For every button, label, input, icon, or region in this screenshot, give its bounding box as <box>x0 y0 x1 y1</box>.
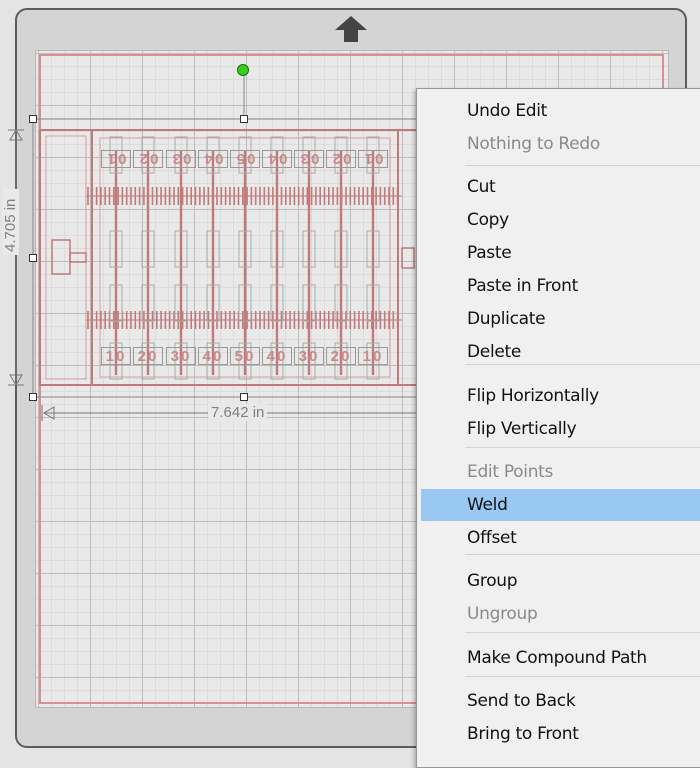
menu-item-paste[interactable]: Paste <box>421 237 700 269</box>
menu-item-edit-points: Edit Points <box>467 462 554 482</box>
menu-separator <box>465 165 700 166</box>
menu-separator <box>465 364 700 365</box>
menu-item-cut[interactable]: Cut <box>421 171 700 203</box>
selection-handle-top-center[interactable] <box>240 115 248 123</box>
menu-separator <box>465 632 700 633</box>
top-yard-number-8: 02 <box>326 150 356 168</box>
bottom-yard-number-6: 40 <box>262 347 292 365</box>
menu-item-flip-horizontally[interactable]: Flip Horizontally <box>421 380 700 412</box>
selection-handle-bottom-center[interactable] <box>240 393 248 401</box>
menu-separator <box>465 554 700 555</box>
menu-item-ungroup: Ungroup <box>467 604 538 624</box>
selection-handle-bottom-left[interactable] <box>29 393 37 401</box>
bottom-yard-number-9: 10 <box>358 347 388 365</box>
top-yard-number-1: 01 <box>101 150 131 168</box>
top-yard-number-4: 04 <box>198 150 228 168</box>
bottom-yard-number-2: 20 <box>133 347 163 365</box>
bottom-yard-number-8: 20 <box>326 347 356 365</box>
bottom-yard-number-1: 10 <box>101 347 131 365</box>
selection-handle-top-left[interactable] <box>29 115 37 123</box>
bottom-yard-number-5: 50 <box>230 347 260 365</box>
top-yard-number-7: 03 <box>294 150 324 168</box>
menu-item-nothing-to-redo: Nothing to Redo <box>467 134 600 154</box>
top-yard-number-9: 01 <box>358 150 388 168</box>
height-dimension-label: 4.705 in <box>2 189 19 255</box>
bottom-yard-number-4: 40 <box>198 347 228 365</box>
bottom-yard-number-7: 30 <box>294 347 324 365</box>
top-yard-number-5: 05 <box>230 150 260 168</box>
menu-separator <box>465 447 700 448</box>
top-yard-number-3: 03 <box>166 150 196 168</box>
menu-item-undo-edit[interactable]: Undo Edit <box>421 95 700 127</box>
menu-item-flip-vertically[interactable]: Flip Vertically <box>421 413 700 445</box>
menu-item-offset[interactable]: Offset <box>421 522 700 554</box>
context-menu: Undo Edit Nothing to Redo Cut Copy Paste Past… <box>416 88 700 768</box>
menu-item-bring-to-front[interactable]: Bring to Front <box>421 718 700 750</box>
menu-item-duplicate[interactable]: Duplicate <box>421 303 700 335</box>
menu-item-group[interactable]: Group <box>421 565 700 597</box>
menu-item-send-to-back[interactable]: Send to Back <box>421 685 700 717</box>
menu-item-paste-in-front[interactable]: Paste in Front <box>421 270 700 302</box>
bottom-yard-number-3: 30 <box>166 347 196 365</box>
top-yard-number-6: 04 <box>262 150 292 168</box>
menu-item-copy[interactable]: Copy <box>421 204 700 236</box>
width-dimension-label: 7.642 in <box>208 404 268 421</box>
menu-item-make-compound-path[interactable]: Make Compound Path <box>421 642 700 674</box>
menu-item-weld[interactable]: Weld <box>421 489 700 521</box>
rotate-handle[interactable] <box>237 64 249 76</box>
top-yard-number-2: 02 <box>133 150 163 168</box>
menu-separator <box>465 676 700 677</box>
selection-handle-middle-left[interactable] <box>29 254 37 262</box>
